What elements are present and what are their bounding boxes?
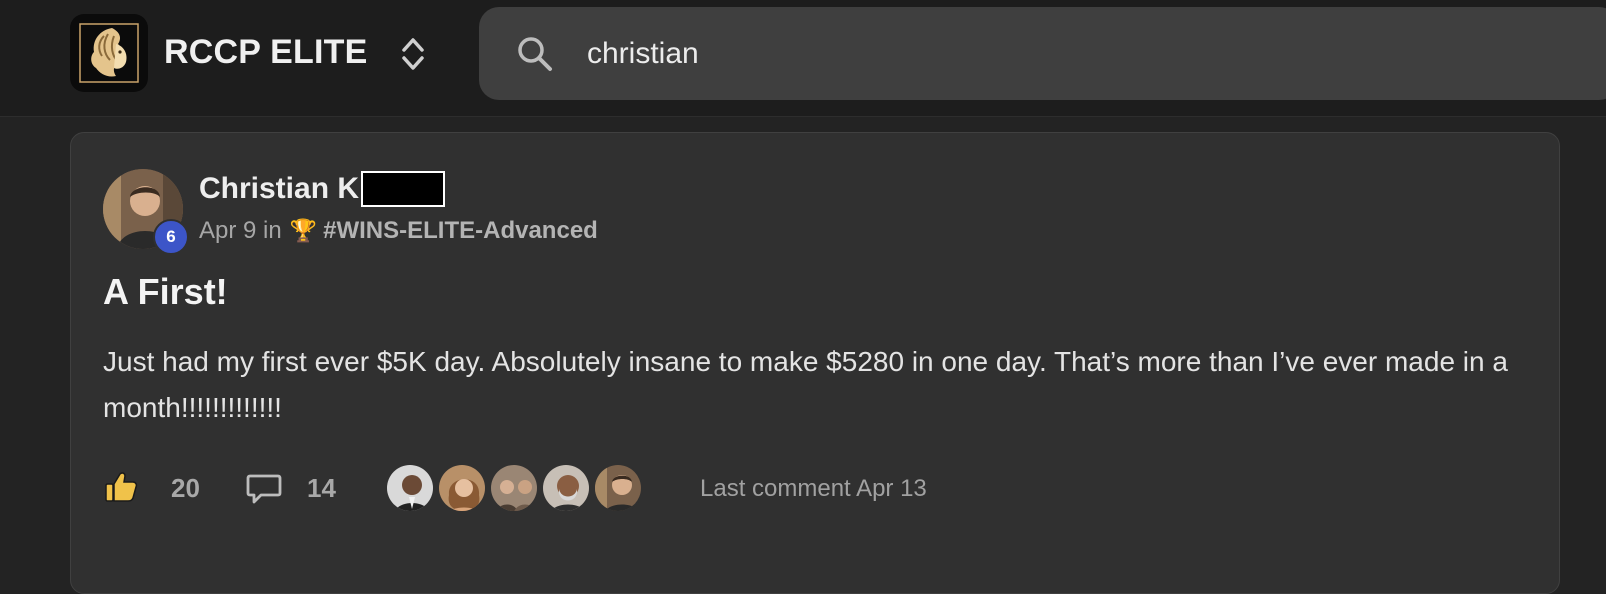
author-name[interactable]: Christian K (199, 171, 446, 207)
top-bar: RCCP ELITE (0, 0, 1606, 117)
author-name-text[interactable]: Christian K (199, 172, 359, 206)
search-input[interactable] (587, 32, 1487, 76)
comment-icon[interactable] (245, 470, 283, 506)
commenter-avatar[interactable] (437, 463, 487, 513)
like-count[interactable]: 20 (171, 473, 200, 504)
post-date: Apr 9 in (199, 217, 282, 244)
trophy-icon: 🏆 (289, 218, 318, 243)
commenter-avatar[interactable] (593, 463, 643, 513)
category-link[interactable]: #WINS-ELITE-Advanced (323, 217, 598, 245)
chevron-up-down-icon[interactable] (396, 34, 430, 74)
post-body: Just had my first ever $5K day. Absolute… (103, 346, 1508, 423)
last-comment-info: Last comment Apr 13 (700, 475, 927, 502)
search-icon[interactable] (515, 34, 555, 74)
level-badge: 6 (153, 219, 189, 255)
comment-count[interactable]: 14 (307, 473, 336, 504)
commenter-avatar[interactable] (541, 463, 591, 513)
post-actions: 20 14 Last comment Apr 13 (103, 463, 1523, 513)
community-name[interactable]: RCCP ELITE (164, 33, 368, 72)
search-bar[interactable] (479, 7, 1606, 100)
commenter-avatar[interactable] (385, 463, 435, 513)
commenter-avatar[interactable] (489, 463, 539, 513)
author-avatar[interactable]: 6 (103, 169, 189, 255)
post-title[interactable]: A First! (103, 271, 228, 313)
post-card[interactable]: 6 Christian K Apr 9 in 🏆 #WINS-ELITE-Adv… (70, 132, 1560, 594)
redaction-box (361, 171, 446, 207)
lion-logo-icon[interactable] (70, 14, 148, 92)
thumbs-up-icon[interactable] (103, 469, 139, 505)
commenter-avatars[interactable] (385, 463, 675, 513)
post-meta: Apr 9 in 🏆 #WINS-ELITE-Advanced (199, 217, 598, 245)
